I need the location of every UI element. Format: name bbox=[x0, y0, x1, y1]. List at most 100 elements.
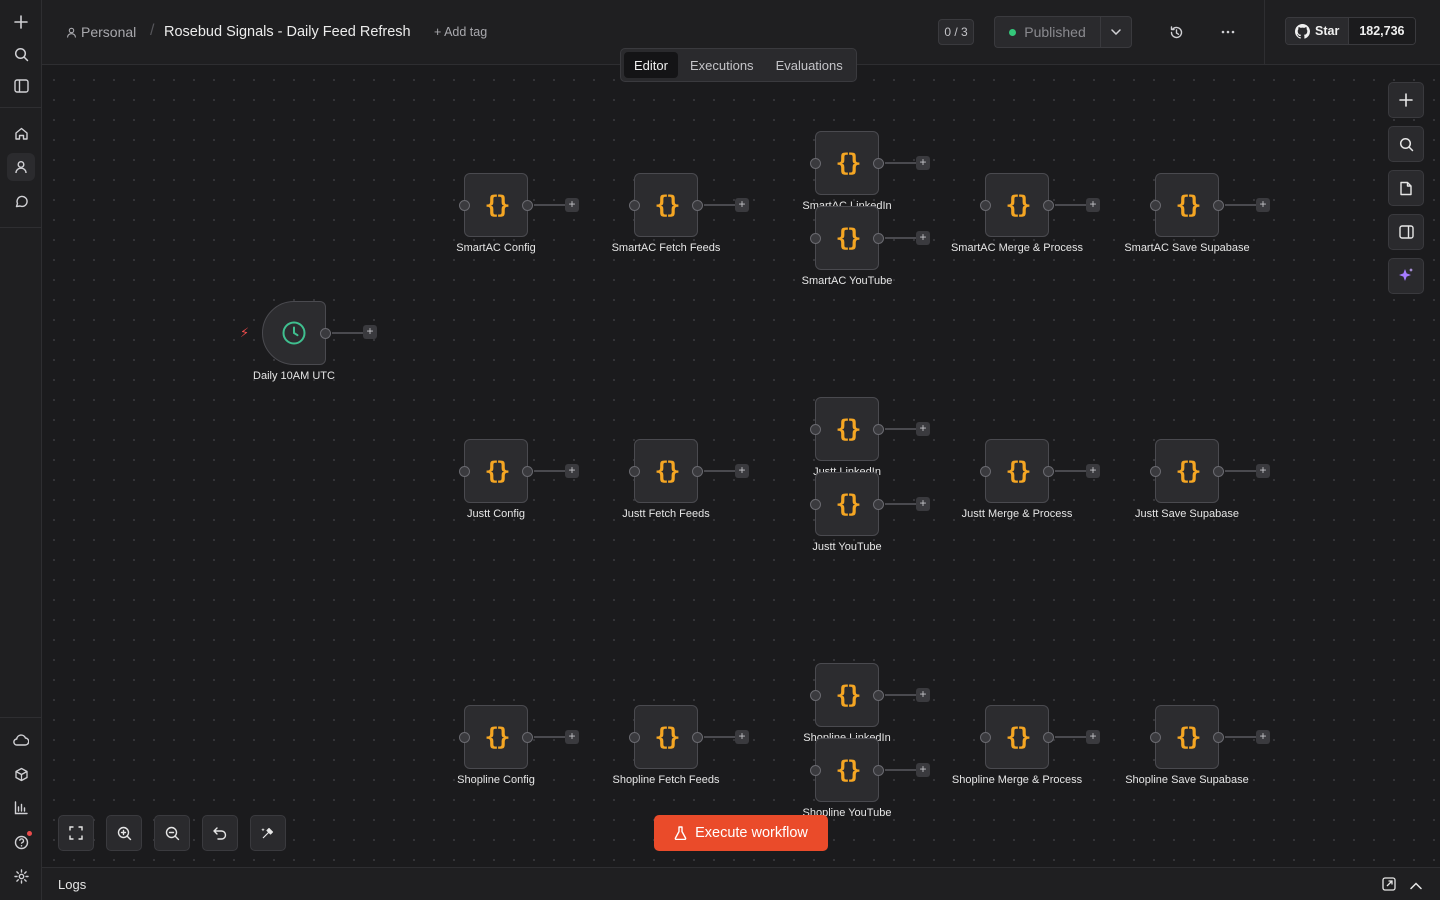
add-node-plus[interactable]: + bbox=[916, 156, 930, 170]
input-port[interactable] bbox=[629, 466, 640, 477]
add-icon[interactable] bbox=[7, 8, 35, 36]
add-node-plus[interactable]: + bbox=[1256, 464, 1270, 478]
output-port[interactable] bbox=[522, 466, 533, 477]
zoom-in-button[interactable] bbox=[106, 815, 142, 851]
ai-assistant-button[interactable] bbox=[1388, 258, 1424, 294]
publish-options-button[interactable] bbox=[1100, 16, 1132, 48]
code-node-smartac-youtube[interactable]: {} bbox=[810, 206, 884, 270]
add-node-plus[interactable]: + bbox=[916, 763, 930, 777]
insights-icon[interactable] bbox=[7, 794, 35, 822]
input-port[interactable] bbox=[980, 200, 991, 211]
add-tag-button[interactable]: + Add tag bbox=[434, 25, 487, 39]
output-port[interactable] bbox=[320, 328, 331, 339]
code-node-shopline-linkedin[interactable]: {} bbox=[810, 663, 884, 727]
code-node-smartac-linkedin[interactable]: {} bbox=[810, 131, 884, 195]
breadcrumb-personal[interactable]: Personal bbox=[66, 24, 136, 40]
output-port[interactable] bbox=[522, 732, 533, 743]
input-port[interactable] bbox=[810, 158, 821, 169]
workflow-history-button[interactable] bbox=[1164, 20, 1188, 44]
help-icon[interactable] bbox=[7, 828, 35, 856]
popout-logs-button[interactable] bbox=[1382, 877, 1398, 893]
cloud-icon[interactable] bbox=[7, 726, 35, 754]
code-node-shopline-youtube[interactable]: {} bbox=[810, 738, 884, 802]
output-port[interactable] bbox=[873, 233, 884, 244]
code-node-shopline-config[interactable]: {} bbox=[459, 705, 533, 769]
input-port[interactable] bbox=[810, 765, 821, 776]
input-port[interactable] bbox=[1150, 732, 1161, 743]
chat-icon[interactable] bbox=[7, 187, 35, 215]
output-port[interactable] bbox=[1043, 466, 1054, 477]
output-port[interactable] bbox=[522, 200, 533, 211]
output-port[interactable] bbox=[1213, 732, 1224, 743]
code-node-shopline-fetch[interactable]: {} bbox=[629, 705, 703, 769]
add-node-plus[interactable]: + bbox=[565, 198, 579, 212]
personal-icon[interactable] bbox=[7, 153, 35, 181]
tab-evaluations[interactable]: Evaluations bbox=[766, 52, 853, 78]
github-star-button[interactable]: Star 182,736 bbox=[1285, 17, 1416, 45]
output-port[interactable] bbox=[1043, 200, 1054, 211]
search-nodes-button[interactable] bbox=[1388, 126, 1424, 162]
input-port[interactable] bbox=[1150, 200, 1161, 211]
add-node-plus[interactable]: + bbox=[916, 497, 930, 511]
add-node-plus[interactable]: + bbox=[1086, 464, 1100, 478]
code-node-shopline-save[interactable]: {} bbox=[1150, 705, 1224, 769]
output-port[interactable] bbox=[692, 466, 703, 477]
add-node-plus[interactable]: + bbox=[363, 325, 377, 339]
settings-icon[interactable] bbox=[7, 862, 35, 890]
input-port[interactable] bbox=[810, 499, 821, 510]
code-node-smartac-merge[interactable]: {} bbox=[980, 173, 1054, 237]
add-node-button[interactable] bbox=[1388, 82, 1424, 118]
code-node-justt-linkedin[interactable]: {} bbox=[810, 397, 884, 461]
home-icon[interactable] bbox=[7, 119, 35, 147]
add-node-plus[interactable]: + bbox=[916, 231, 930, 245]
add-node-plus[interactable]: + bbox=[565, 730, 579, 744]
code-node-justt-save[interactable]: {} bbox=[1150, 439, 1224, 503]
execute-workflow-button[interactable]: Execute workflow bbox=[654, 815, 828, 851]
code-node-smartac-fetch[interactable]: {} bbox=[629, 173, 703, 237]
output-port[interactable] bbox=[1213, 466, 1224, 477]
input-port[interactable] bbox=[810, 690, 821, 701]
output-port[interactable] bbox=[692, 732, 703, 743]
input-port[interactable] bbox=[459, 200, 470, 211]
add-node-plus[interactable]: + bbox=[735, 198, 749, 212]
output-port[interactable] bbox=[873, 499, 884, 510]
code-node-shopline-merge[interactable]: {} bbox=[980, 705, 1054, 769]
search-icon[interactable] bbox=[7, 40, 35, 68]
input-port[interactable] bbox=[459, 732, 470, 743]
output-port[interactable] bbox=[873, 424, 884, 435]
workflow-title[interactable]: Rosebud Signals - Daily Feed Refresh bbox=[164, 24, 411, 40]
output-port[interactable] bbox=[873, 158, 884, 169]
output-port[interactable] bbox=[692, 200, 703, 211]
input-port[interactable] bbox=[1150, 466, 1161, 477]
input-port[interactable] bbox=[629, 732, 640, 743]
trigger-node-daily[interactable] bbox=[262, 301, 331, 365]
output-port[interactable] bbox=[1043, 732, 1054, 743]
add-node-plus[interactable]: + bbox=[565, 464, 579, 478]
add-node-plus[interactable]: + bbox=[735, 730, 749, 744]
output-port[interactable] bbox=[873, 690, 884, 701]
toggle-panel-button[interactable] bbox=[1388, 214, 1424, 250]
input-port[interactable] bbox=[459, 466, 470, 477]
output-port[interactable] bbox=[873, 765, 884, 776]
input-port[interactable] bbox=[810, 424, 821, 435]
output-port[interactable] bbox=[1213, 200, 1224, 211]
toggle-panel-icon[interactable] bbox=[7, 72, 35, 100]
code-node-smartac-save[interactable]: {} bbox=[1150, 173, 1224, 237]
tidy-up-button[interactable] bbox=[250, 815, 286, 851]
code-node-justt-youtube[interactable]: {} bbox=[810, 472, 884, 536]
sticky-note-button[interactable] bbox=[1388, 170, 1424, 206]
zoom-out-button[interactable] bbox=[154, 815, 190, 851]
fit-view-button[interactable] bbox=[58, 815, 94, 851]
expand-logs-button[interactable] bbox=[1410, 877, 1426, 893]
input-port[interactable] bbox=[810, 233, 821, 244]
code-node-justt-merge[interactable]: {} bbox=[980, 439, 1054, 503]
logs-panel-bar[interactable]: Logs bbox=[42, 867, 1440, 900]
code-node-smartac-config[interactable]: {} bbox=[459, 173, 533, 237]
tab-executions[interactable]: Executions bbox=[680, 52, 764, 78]
input-port[interactable] bbox=[980, 466, 991, 477]
tab-editor[interactable]: Editor bbox=[624, 52, 678, 78]
add-node-plus[interactable]: + bbox=[916, 422, 930, 436]
add-node-plus[interactable]: + bbox=[1256, 198, 1270, 212]
input-port[interactable] bbox=[980, 732, 991, 743]
templates-icon[interactable] bbox=[7, 760, 35, 788]
